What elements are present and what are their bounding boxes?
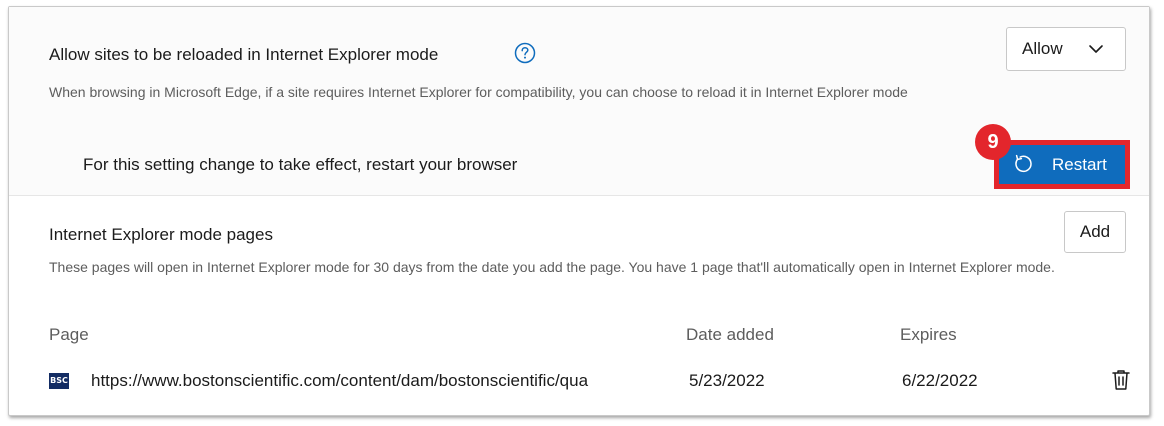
trash-icon[interactable]	[1110, 368, 1132, 392]
refresh-icon	[1015, 154, 1032, 173]
ie-reload-section: Allow sites to be reloaded in Internet E…	[9, 7, 1149, 196]
chevron-down-icon	[1089, 45, 1103, 53]
ie-pages-title: Internet Explorer mode pages	[49, 225, 273, 244]
site-favicon-icon: BSC	[49, 373, 69, 389]
page-expires: 6/22/2022	[902, 371, 978, 390]
settings-card: Allow sites to be reloaded in Internet E…	[8, 6, 1150, 416]
ie-reload-description: When browsing in Microsoft Edge, if a si…	[49, 84, 908, 100]
restart-highlight: Restart	[994, 140, 1130, 189]
help-circle-icon[interactable]	[514, 42, 536, 64]
step-number-badge: 9	[975, 124, 1011, 160]
add-page-button[interactable]: Add	[1064, 211, 1126, 253]
column-header-date-added: Date added	[686, 325, 774, 344]
restart-button[interactable]: Restart	[999, 145, 1125, 184]
ie-reload-select-value: Allow	[1022, 39, 1063, 58]
restart-button-label: Restart	[1052, 155, 1107, 174]
ie-pages-description: These pages will open in Internet Explor…	[49, 259, 1055, 275]
ie-reload-title: Allow sites to be reloaded in Internet E…	[49, 45, 439, 64]
page-date-added: 5/23/2022	[689, 371, 765, 390]
column-header-page: Page	[49, 325, 89, 344]
page-url: https://www.bostonscientific.com/content…	[91, 371, 589, 390]
column-header-expires: Expires	[900, 325, 957, 344]
restart-message: For this setting change to take effect, …	[83, 155, 518, 174]
ie-reload-select[interactable]: Allow	[1006, 27, 1126, 71]
